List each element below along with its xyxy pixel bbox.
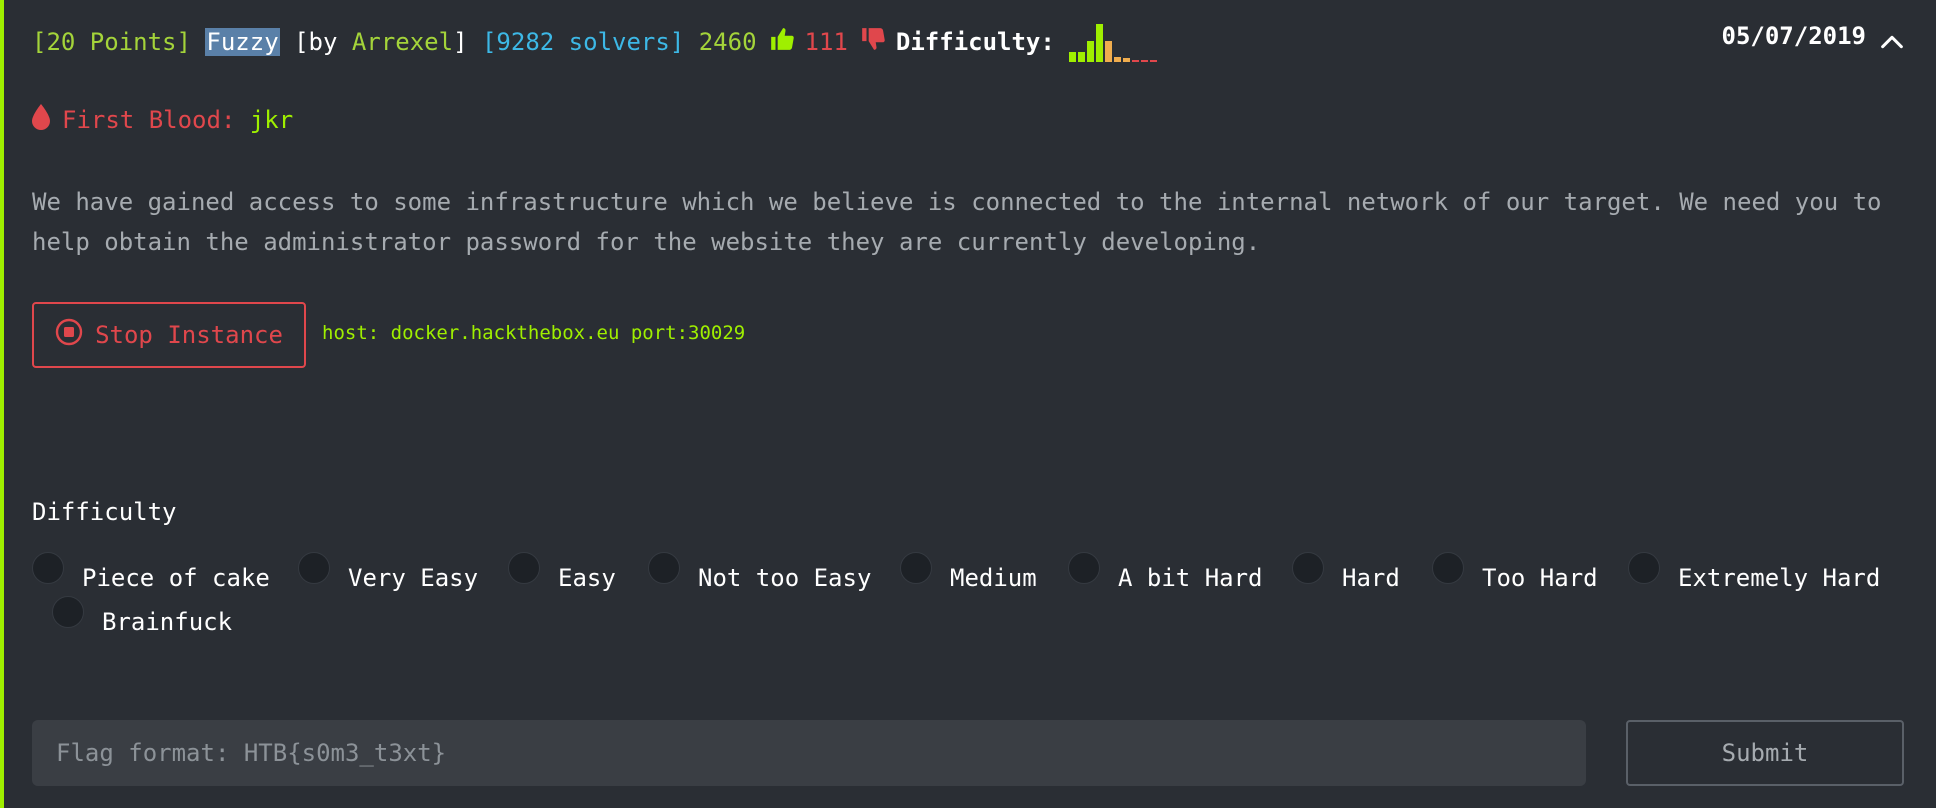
difficulty-option-very-easy[interactable]: Very Easy xyxy=(298,552,478,592)
difficulty-bar xyxy=(1077,52,1085,62)
radio-label: Medium xyxy=(950,564,1037,592)
accent-bar xyxy=(0,0,4,808)
stop-circle-icon xyxy=(55,318,83,352)
difficulty-bar xyxy=(1113,57,1121,62)
thumbs-down-icon[interactable] xyxy=(860,26,886,58)
difficulty-bar xyxy=(1140,60,1148,62)
author-prefix: [by xyxy=(294,28,338,56)
radio-circle[interactable] xyxy=(32,552,64,584)
difficulty-option-brainfuck[interactable]: Brainfuck xyxy=(52,596,232,636)
difficulty-label: Difficulty: xyxy=(895,28,1055,56)
radio-circle[interactable] xyxy=(1432,552,1464,584)
solver-count: [9282 solvers] xyxy=(481,28,685,56)
radio-label: Too Hard xyxy=(1482,564,1598,592)
radio-label: A bit Hard xyxy=(1118,564,1263,592)
difficulty-chart xyxy=(1068,22,1157,62)
challenge-name: Fuzzy xyxy=(205,28,280,56)
radio-label: Very Easy xyxy=(348,564,479,592)
radio-label: Piece of cake xyxy=(82,564,270,592)
difficulty-bar xyxy=(1068,52,1076,62)
challenge-date: 05/07/2019 xyxy=(1721,22,1867,50)
difficulty-option-too-hard[interactable]: Too Hard xyxy=(1432,552,1598,592)
submit-button[interactable]: Submit xyxy=(1626,720,1904,786)
difficulty-option-hard[interactable]: Hard xyxy=(1292,552,1400,592)
difficulty-option-piece-of-cake[interactable]: Piece of cake xyxy=(32,552,270,592)
difficulty-option-easy[interactable]: Easy xyxy=(508,552,616,592)
difficulty-bar xyxy=(1122,58,1130,62)
challenge-points: [20 Points] xyxy=(32,28,191,56)
radio-circle[interactable] xyxy=(1068,552,1100,584)
difficulty-bar xyxy=(1131,60,1139,62)
like-count: 2460 xyxy=(698,28,757,56)
thumbs-up-icon[interactable] xyxy=(769,26,795,58)
difficulty-bar xyxy=(1149,60,1157,62)
stop-instance-label: Stop Instance xyxy=(95,321,283,349)
radio-label: Extremely Hard xyxy=(1678,564,1881,592)
first-blood-user[interactable]: jkr xyxy=(250,106,293,134)
difficulty-bar xyxy=(1104,41,1112,62)
instance-host: host: docker.hackthebox.eu port:30029 xyxy=(322,322,746,344)
radio-label: Not too Easy xyxy=(698,564,872,592)
radio-label: Brainfuck xyxy=(102,608,233,636)
difficulty-option-not-too-easy[interactable]: Not too Easy xyxy=(648,552,871,592)
first-blood: First Blood: jkr xyxy=(32,104,293,136)
radio-label: Easy xyxy=(558,564,616,592)
radio-label: Hard xyxy=(1342,564,1400,592)
difficulty-bar xyxy=(1095,24,1103,62)
challenge-description: We have gained access to some infrastruc… xyxy=(32,188,1882,256)
stop-instance-button[interactable]: Stop Instance xyxy=(32,302,306,368)
difficulty-vote-heading: Difficulty xyxy=(32,498,177,526)
flag-input[interactable] xyxy=(32,720,1586,786)
difficulty-bar xyxy=(1086,41,1094,62)
author-link[interactable]: Arrexel xyxy=(352,28,453,56)
radio-circle[interactable] xyxy=(508,552,540,584)
dislike-count: 111 xyxy=(804,28,848,56)
radio-circle[interactable] xyxy=(52,596,84,628)
radio-circle[interactable] xyxy=(900,552,932,584)
challenge-header: [20 Points] Fuzzy [by Arrexel ] [9282 so… xyxy=(32,22,1906,62)
radio-circle[interactable] xyxy=(298,552,330,584)
difficulty-option-extremely-hard[interactable]: Extremely Hard xyxy=(1628,552,1880,592)
difficulty-option-medium[interactable]: Medium xyxy=(900,552,1037,592)
author-suffix: ] xyxy=(453,28,468,56)
first-blood-label: First Blood: xyxy=(62,106,236,134)
difficulty-option-a-bit-hard[interactable]: A bit Hard xyxy=(1068,552,1263,592)
chevron-up-icon[interactable] xyxy=(1878,28,1906,56)
blood-drop-icon xyxy=(32,104,50,136)
radio-circle[interactable] xyxy=(1628,552,1660,584)
radio-circle[interactable] xyxy=(1292,552,1324,584)
radio-circle[interactable] xyxy=(648,552,680,584)
